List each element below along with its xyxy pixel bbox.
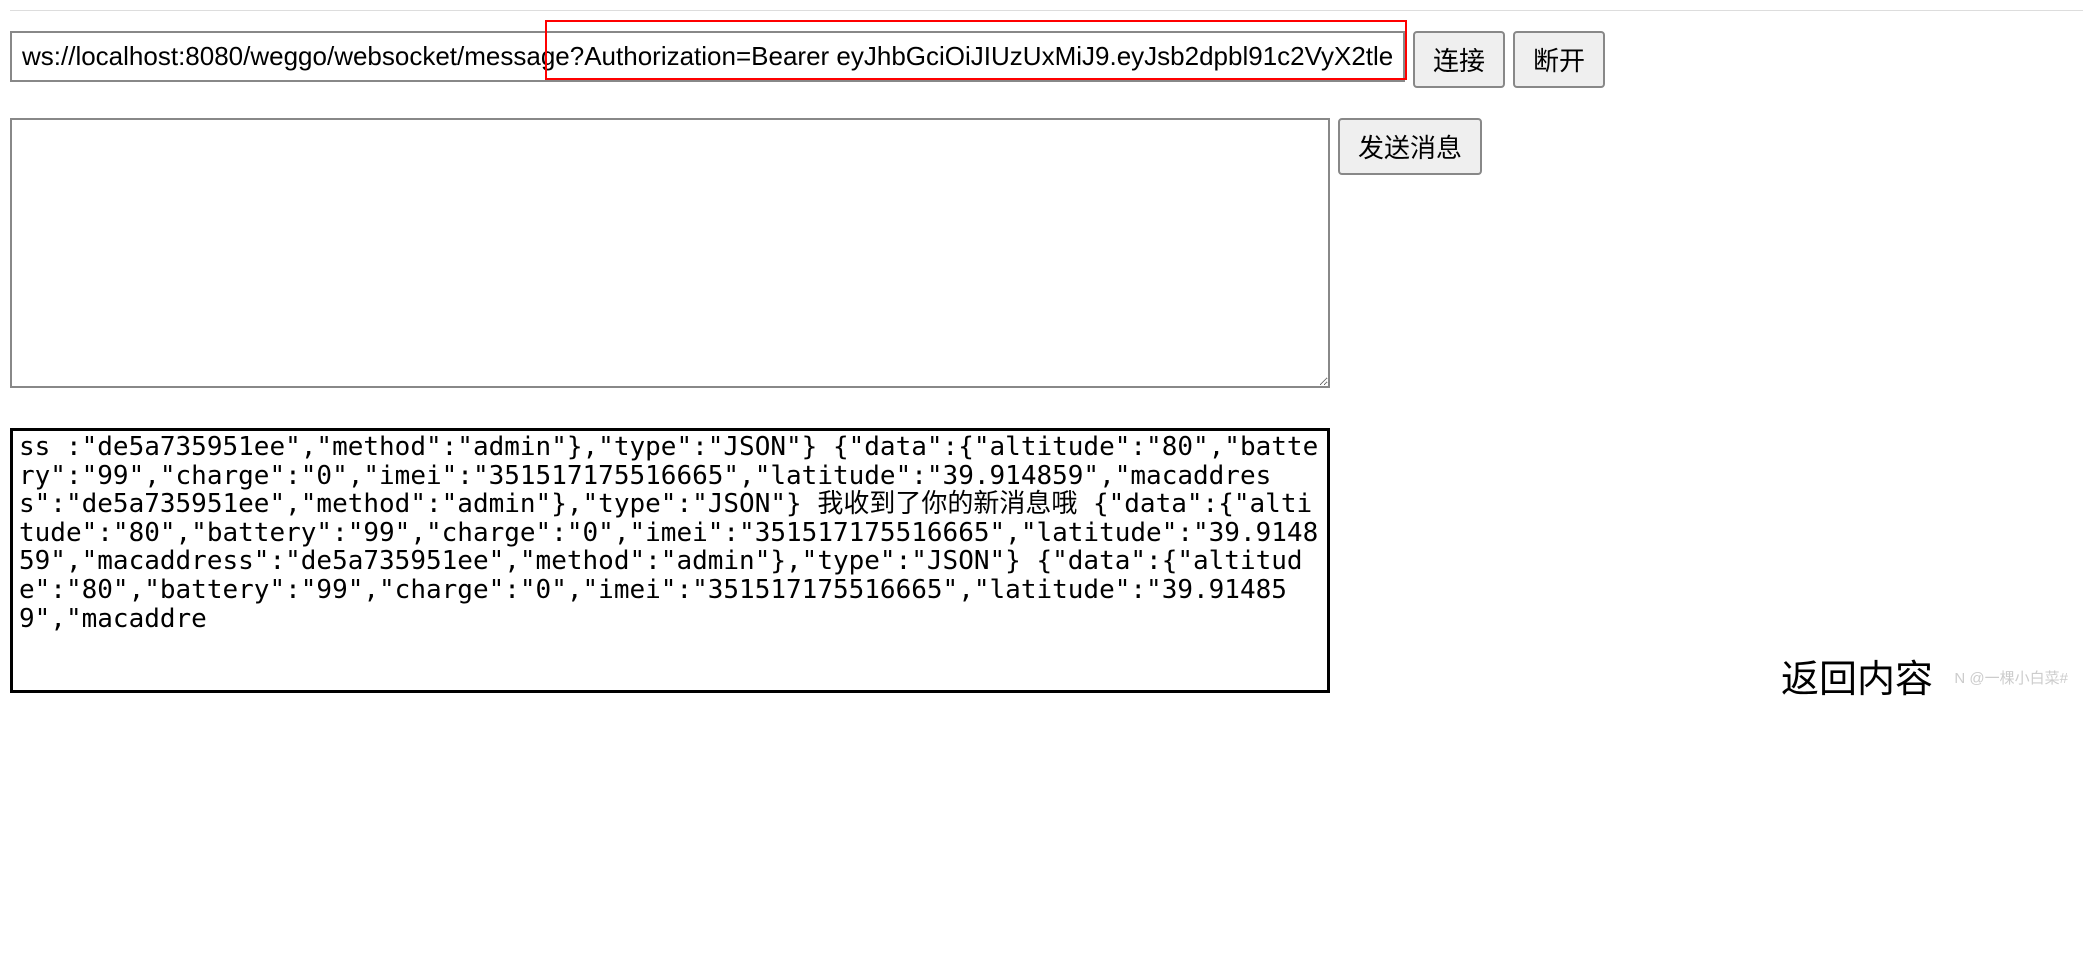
message-input[interactable] xyxy=(10,118,1330,388)
return-content-label: 返回内容 xyxy=(1781,648,1933,703)
websocket-url-input[interactable] xyxy=(10,31,1405,82)
message-row: 发送消息 xyxy=(10,118,2083,388)
watermark-text: N @一棵小白菜# xyxy=(1954,667,2068,688)
connection-row: 连接 断开 xyxy=(10,31,2083,88)
send-message-button[interactable]: 发送消息 xyxy=(1338,118,1482,175)
disconnect-button[interactable]: 断开 xyxy=(1513,31,1605,88)
connect-button[interactable]: 连接 xyxy=(1413,31,1505,88)
divider-top xyxy=(10,10,2083,11)
output-section: ss :"de5a735951ee","method":"admin"},"ty… xyxy=(10,428,2083,693)
output-log[interactable]: ss :"de5a735951ee","method":"admin"},"ty… xyxy=(10,428,1330,693)
